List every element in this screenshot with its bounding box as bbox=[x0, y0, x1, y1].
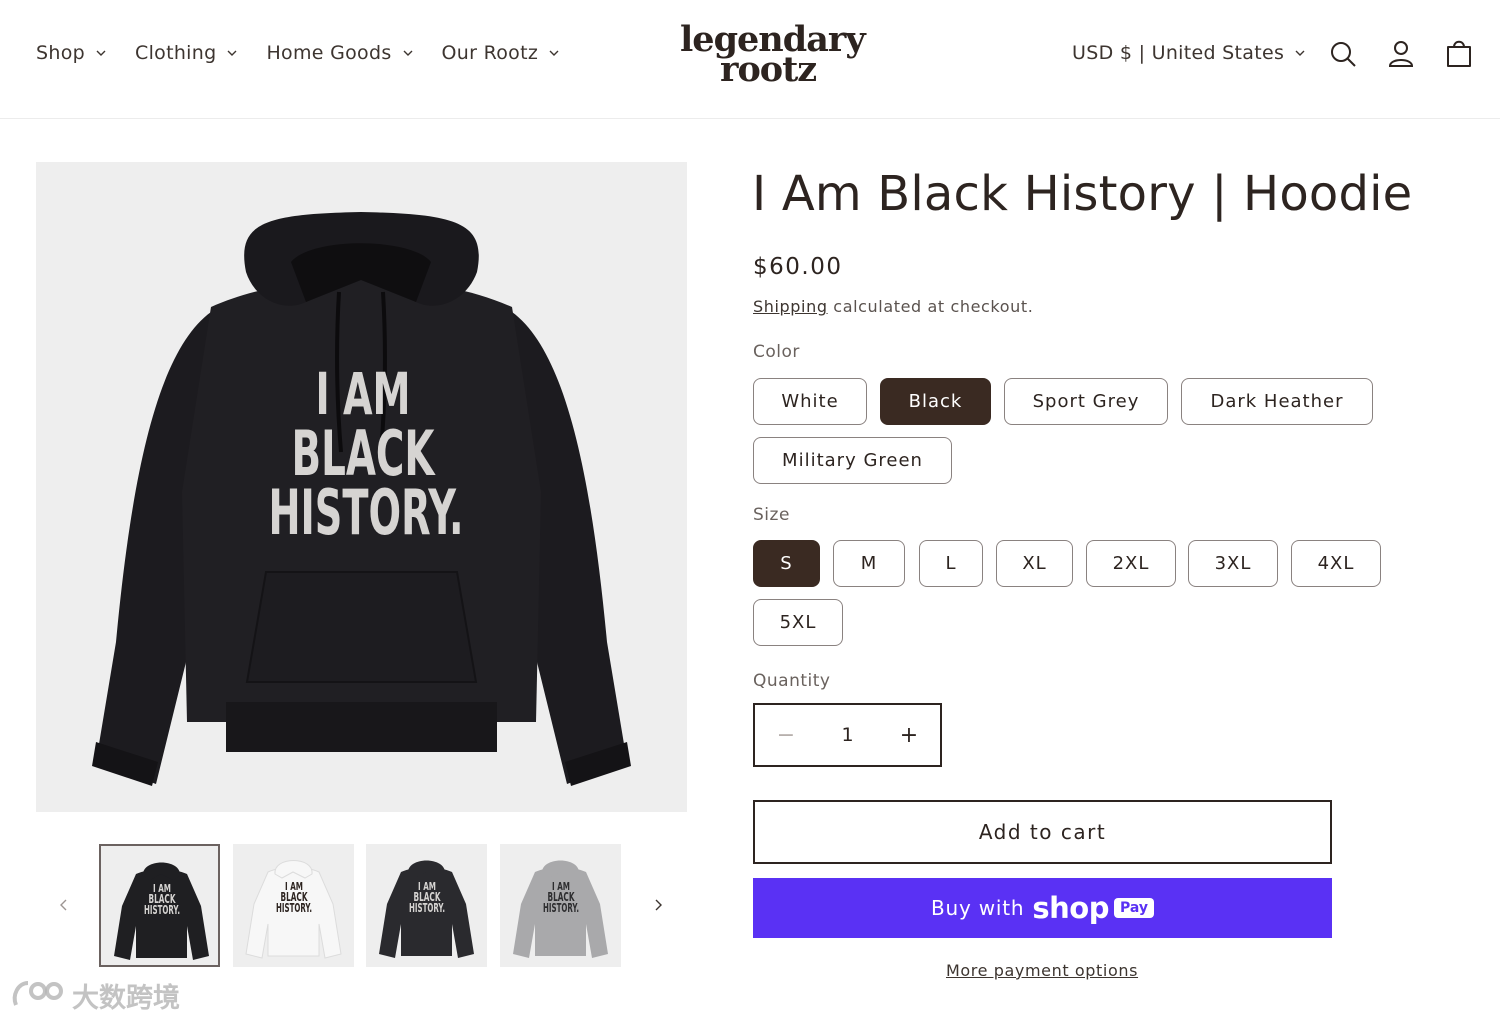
site-header: Shop Clothing Home Goods Our Rootz legen… bbox=[0, 0, 1500, 119]
shop-wordmark: shop bbox=[1032, 891, 1109, 925]
size-option-l[interactable]: L bbox=[919, 540, 983, 587]
quantity-label: Quantity bbox=[753, 671, 831, 691]
chevron-down-icon bbox=[1295, 50, 1305, 56]
watermark: 大数跨境 bbox=[10, 975, 180, 1015]
main-nav: Shop Clothing Home Goods Our Rootz bbox=[36, 42, 588, 64]
pay-badge: Pay bbox=[1113, 898, 1155, 918]
quantity-stepper: − 1 + bbox=[753, 703, 942, 767]
more-payment-options-link[interactable]: More payment options bbox=[946, 961, 1138, 980]
thumbnail-white[interactable]: I AM BLACK HISTORY. bbox=[233, 844, 354, 967]
size-label: Size bbox=[753, 505, 790, 525]
watermark-text: 大数跨境 bbox=[72, 982, 180, 1014]
account-icon[interactable] bbox=[1386, 38, 1416, 70]
chevron-right-icon[interactable] bbox=[650, 897, 666, 913]
hoodie-image: I AM BLACK HISTORY. bbox=[92, 212, 631, 786]
size-option-4xl[interactable]: 4XL bbox=[1291, 540, 1381, 587]
color-option-military-green[interactable]: Military Green bbox=[753, 437, 952, 484]
size-option-xl[interactable]: XL bbox=[996, 540, 1073, 587]
buy-with-label: Buy with bbox=[930, 896, 1025, 920]
thumbnail-dark-heather[interactable]: I AM BLACK HISTORY. bbox=[366, 844, 487, 967]
chevron-down-icon bbox=[549, 50, 559, 56]
product-main-image[interactable]: I AM BLACK HISTORY. bbox=[36, 162, 687, 812]
thumbnail-hoodie-image: I AMBLACKHISTORY. bbox=[114, 862, 209, 960]
shipping-note: Shipping calculated at checkout. bbox=[753, 297, 1033, 316]
thumbnail-hoodie-image: I AMBLACKHISTORY. bbox=[513, 860, 608, 958]
nav-item-our-rootz[interactable]: Our Rootz bbox=[442, 42, 561, 64]
thumbnail-print-line: HISTORY. bbox=[144, 903, 180, 917]
buy-with-shop-pay-button[interactable]: Buy with shop Pay bbox=[753, 878, 1332, 938]
size-option-m[interactable]: M bbox=[833, 540, 905, 587]
shipping-link[interactable]: Shipping bbox=[753, 297, 828, 316]
search-icon[interactable] bbox=[1328, 38, 1358, 70]
nav-item-label: Clothing bbox=[135, 42, 217, 64]
size-option-s[interactable]: S bbox=[753, 540, 820, 587]
shipping-text: calculated at checkout. bbox=[827, 297, 1034, 316]
nav-item-label: Home Goods bbox=[266, 42, 392, 64]
thumbnail-print-line: HISTORY. bbox=[543, 901, 579, 915]
thumbnail-slider: I AM BLACK HISTORY. I AM BLACK HISTORY. I AM… bbox=[36, 844, 687, 969]
cart-icon[interactable] bbox=[1444, 38, 1474, 70]
logo-line-2: rootz bbox=[720, 49, 817, 90]
color-option-white[interactable]: White bbox=[753, 378, 867, 425]
currency-label: USD $ | United States bbox=[1072, 42, 1285, 64]
nav-item-label: Our Rootz bbox=[441, 42, 539, 64]
size-option-2xl[interactable]: 2XL bbox=[1086, 540, 1176, 587]
nav-item-shop[interactable]: Shop bbox=[36, 42, 107, 64]
quantity-input[interactable]: 1 bbox=[817, 724, 878, 746]
thumbnail-print-line: HISTORY. bbox=[276, 901, 312, 915]
thumbnail-hoodie-image: I AMBLACKHISTORY. bbox=[379, 860, 474, 958]
add-to-cart-button[interactable]: Add to cart bbox=[753, 800, 1332, 864]
quantity-increase-button[interactable]: + bbox=[878, 705, 940, 765]
currency-selector[interactable]: USD $ | United States bbox=[1072, 42, 1306, 64]
size-option-5xl[interactable]: 5XL bbox=[753, 599, 843, 646]
watermark-logo-icon bbox=[12, 981, 63, 1006]
chevron-down-icon bbox=[403, 50, 413, 56]
thumbnail-sport-grey[interactable]: I AM BLACK HISTORY. bbox=[500, 844, 621, 967]
nav-item-label: Shop bbox=[36, 42, 85, 64]
product-price: $60.00 bbox=[753, 254, 843, 280]
color-option-sport-grey[interactable]: Sport Grey bbox=[1004, 378, 1168, 425]
nav-item-home-goods[interactable]: Home Goods bbox=[266, 42, 413, 64]
size-option-3xl[interactable]: 3XL bbox=[1188, 540, 1278, 587]
print-line-3: HISTORY. bbox=[269, 476, 464, 549]
thumbnail-hoodie-image: I AMBLACKHISTORY. bbox=[245, 860, 342, 959]
product-title: I Am Black History | Hoodie bbox=[752, 166, 1413, 222]
nav-item-clothing[interactable]: Clothing bbox=[135, 42, 238, 64]
thumbnail-print-line: HISTORY. bbox=[409, 901, 445, 915]
color-option-dark-heather[interactable]: Dark Heather bbox=[1181, 378, 1373, 425]
quantity-decrease-button[interactable]: − bbox=[755, 705, 817, 765]
color-option-black[interactable]: Black bbox=[880, 378, 991, 425]
site-logo[interactable]: legendary rootz bbox=[680, 22, 866, 90]
thumbnail-black[interactable]: I AM BLACK HISTORY. bbox=[99, 844, 220, 967]
chevron-left-icon[interactable] bbox=[56, 897, 72, 913]
chevron-down-icon bbox=[227, 50, 237, 56]
color-label: Color bbox=[753, 342, 800, 362]
chevron-down-icon bbox=[96, 50, 106, 56]
